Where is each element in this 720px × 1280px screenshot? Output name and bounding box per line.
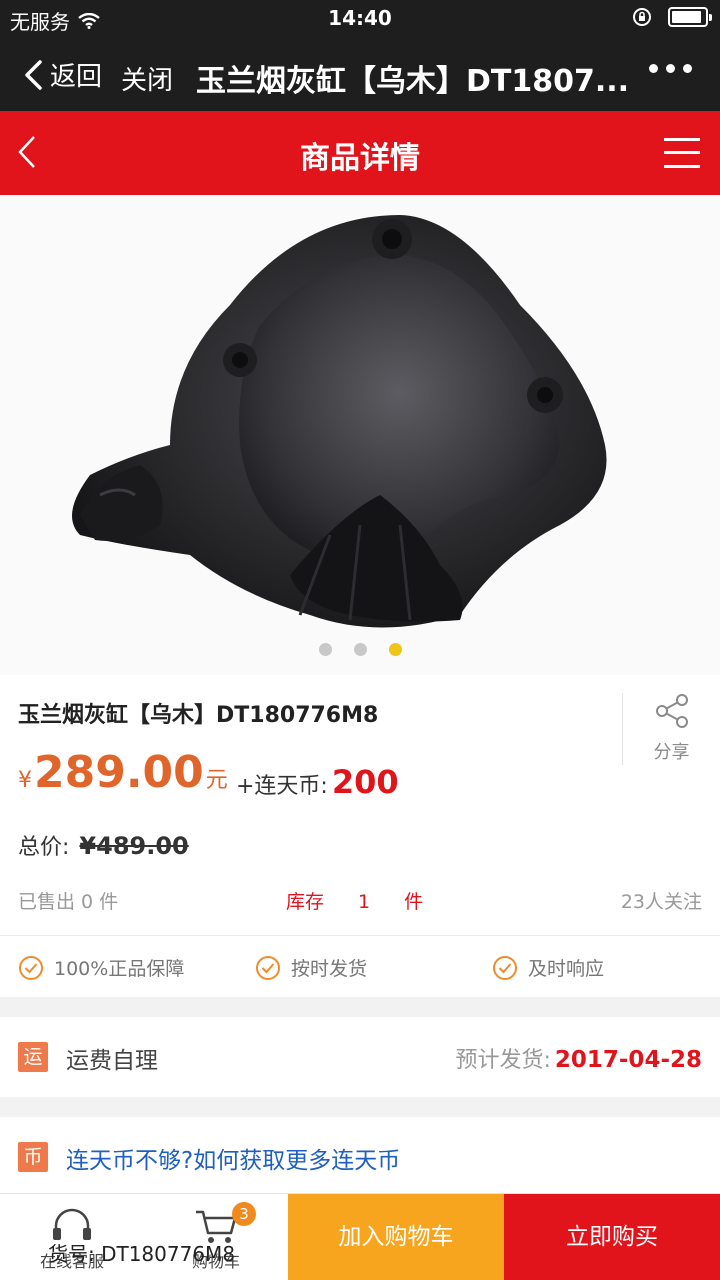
carousel-dot[interactable] [388, 643, 402, 656]
guarantee-label: 按时发货 [291, 958, 368, 980]
stock-unit: 件 [404, 891, 424, 913]
eta-date: 2017-04-28 [554, 1047, 702, 1073]
guarantee-authentic: 100%正品保障 [18, 954, 184, 981]
stock-label: 库存 [286, 891, 325, 913]
eta-label: 预计发货: [455, 1048, 551, 1073]
status-bar: 无服务 14:40 [0, 0, 720, 38]
close-button[interactable]: 关闭 [121, 60, 173, 97]
shipping-row: 运 运费自理 预计发货: 2017-04-28 [0, 1017, 720, 1097]
carousel-dot[interactable] [318, 643, 332, 656]
follower-count: 23人关注 [620, 891, 702, 913]
header-title: 商品详情 [300, 141, 420, 176]
cart-badge: 3 [232, 1202, 256, 1226]
price-value: 289.00 [34, 747, 204, 798]
coin-help-link[interactable]: 连天币不够?如何获取更多连天币 [66, 1141, 400, 1175]
battery-fill [672, 11, 701, 23]
sku-overlay: 货号: DT180776M8 [48, 1242, 236, 1266]
coin-price: +连天币: 200 [236, 763, 399, 801]
chevron-left-icon [25, 59, 42, 90]
status-right [632, 7, 712, 27]
stock: 库存 1 件 [286, 887, 423, 914]
guarantee-ontime: 按时发货 [255, 954, 367, 981]
more-menu-icon[interactable] [649, 64, 692, 73]
check-circle-icon [19, 955, 43, 980]
screen: 无服务 14:40 返回 关闭 玉兰烟灰缸【乌木】DT1807... 商品详情 … [0, 0, 720, 1280]
back-label: 返回 [50, 62, 103, 92]
shipping-eta: 预计发货: 2017-04-28 [455, 1042, 702, 1074]
sold-count: 已售出 0 件 [18, 891, 119, 913]
back-button[interactable]: 返回 [22, 56, 102, 93]
clock: 14:40 [328, 6, 392, 30]
battery-icon [668, 7, 712, 27]
coin-help-row[interactable]: 币 连天币不够?如何获取更多连天币 [0, 1117, 720, 1193]
coin-icon: 币 [18, 1142, 48, 1172]
cart-button[interactable]: 购物车 3 [144, 1194, 288, 1280]
carousel-dots[interactable] [0, 643, 720, 656]
add-to-cart-button[interactable]: 加入购物车 [288, 1194, 504, 1280]
product-image [72, 215, 607, 628]
detail-header: 商品详情 [0, 111, 720, 195]
carousel-dot[interactable] [353, 643, 367, 656]
bottom-action-bar: 在线客服 购物车 3 货号: DT180776M8 加入购物车 立即购买 [0, 1193, 720, 1280]
hamburger-menu-icon[interactable] [664, 136, 700, 170]
stock-count: 1 [358, 891, 371, 913]
total-original: ¥489.00 [79, 832, 189, 860]
guarantees: 100%正品保障 按时发货 及时响应 [0, 935, 720, 997]
product-stats: 已售出 0 件 库存 1 件 23人关注 [0, 887, 720, 917]
shipping-icon: 运 [18, 1042, 48, 1072]
total-price: 总价: ¥489.00 [18, 829, 189, 861]
price: ¥ 289.00 元 [18, 747, 228, 798]
buy-now-button[interactable]: 立即购买 [504, 1194, 720, 1280]
price-symbol: ¥ [18, 768, 32, 793]
product-gallery[interactable] [0, 195, 720, 675]
guarantee-label: 100%正品保障 [54, 958, 185, 980]
coin-amount: 200 [331, 763, 399, 801]
check-circle-icon [493, 955, 517, 980]
total-label: 总价: [18, 835, 70, 860]
share-button[interactable]: 分享 [622, 693, 720, 765]
product-info: 玉兰烟灰缸【乌木】DT180776M8 分享 ¥ 289.00 元 +连天币: … [0, 675, 720, 935]
guarantee-label: 及时响应 [528, 958, 605, 980]
rotation-lock-icon [633, 8, 651, 26]
product-name: 玉兰烟灰缸【乌木】DT180776M8 [18, 703, 379, 728]
price-unit: 元 [205, 768, 228, 793]
shipping-label: 运费自理 [66, 1048, 158, 1074]
wechat-nav-bar: 返回 关闭 玉兰烟灰缸【乌木】DT1807... [0, 38, 720, 111]
page-title: 玉兰烟灰缸【乌木】DT1807... [196, 64, 630, 99]
share-label: 分享 [653, 742, 690, 763]
customer-service-button[interactable]: 在线客服 [0, 1194, 144, 1280]
share-icon [655, 694, 688, 728]
guarantee-response: 及时响应 [492, 954, 604, 981]
check-circle-icon [256, 955, 280, 980]
coin-label: +连天币: [236, 774, 328, 799]
